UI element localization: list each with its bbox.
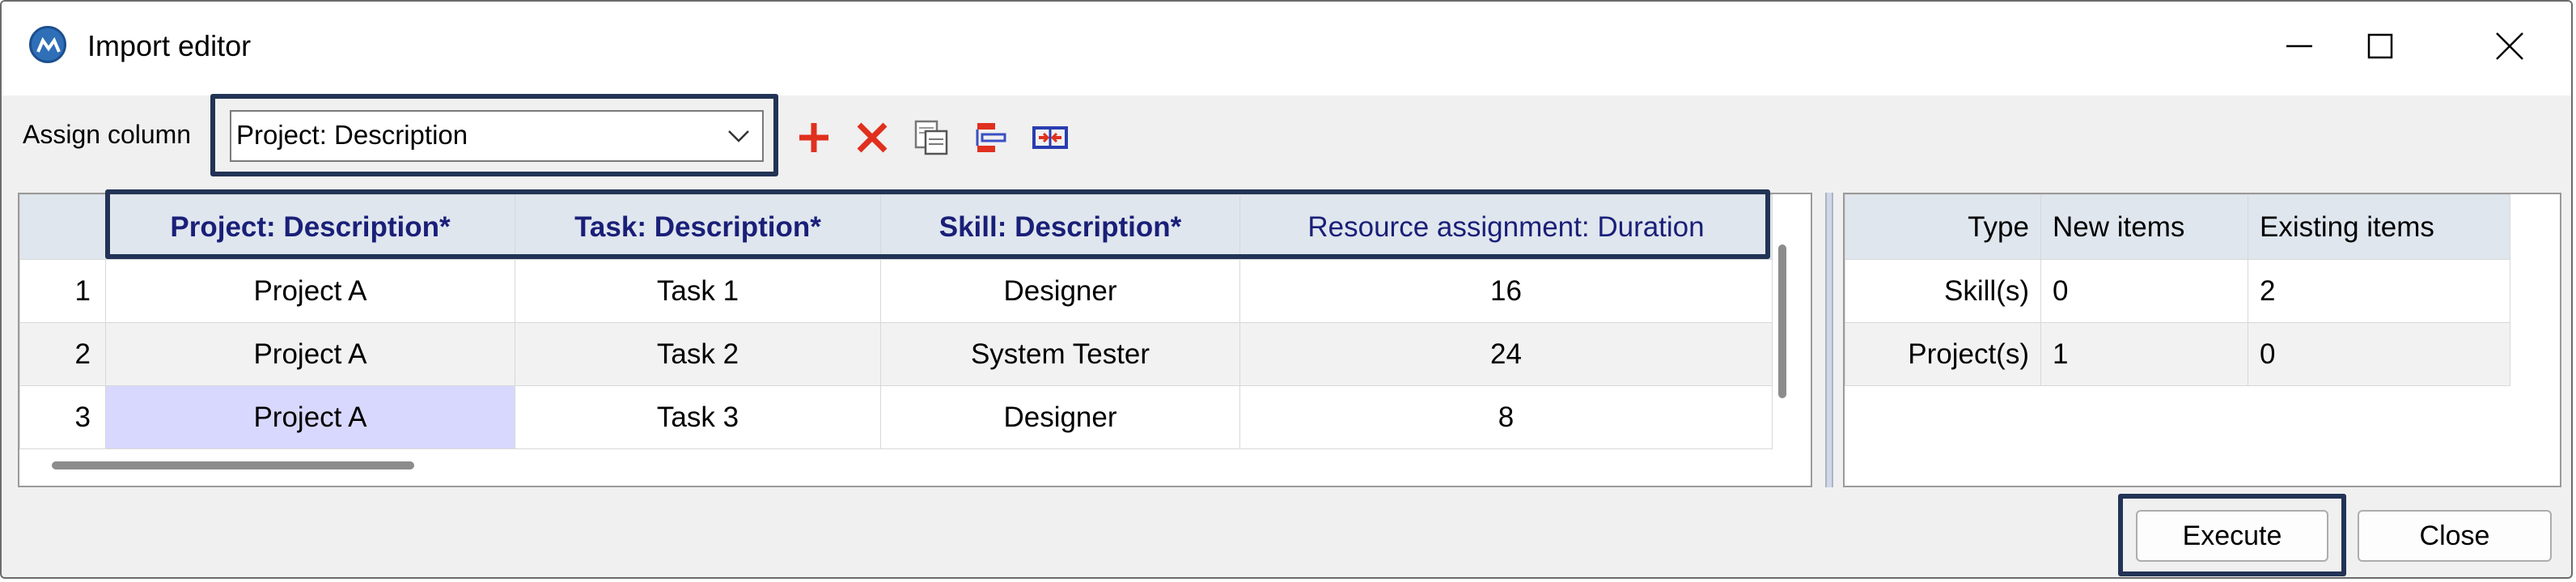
cell-project-selected[interactable]: Project A: [105, 385, 515, 449]
cell-skill[interactable]: Designer: [880, 259, 1240, 323]
delete-row-button[interactable]: [849, 115, 895, 160]
add-row-button[interactable]: [791, 115, 837, 160]
cell-skill[interactable]: System Tester: [880, 322, 1240, 386]
assign-column-label: Assign column: [23, 120, 192, 149]
summary-existing-count: 2: [2248, 259, 2510, 323]
assign-column-value: Project: Description: [236, 120, 468, 150]
summary-header-existing: Existing items: [2248, 194, 2510, 260]
import-editor-window: Import editor Assign column Project: Des…: [0, 0, 2573, 579]
cell-project[interactable]: Project A: [105, 259, 515, 323]
title-bar: Import editor: [2, 2, 2571, 96]
cell-task[interactable]: Task 3: [515, 385, 881, 449]
summary-header-row: Type New items Existing items: [1845, 194, 2510, 260]
summary-type: Skill(s): [1845, 259, 2041, 323]
row-number: 1: [19, 259, 106, 323]
assign-column-dropdown[interactable]: Project: Description: [230, 110, 764, 162]
grid-vertical-scrollbar[interactable]: [1778, 244, 1786, 398]
grid-horizontal-scrollbar[interactable]: [52, 461, 414, 469]
row-number-header: [19, 194, 106, 260]
cell-duration[interactable]: 16: [1239, 259, 1773, 323]
window-title: Import editor: [87, 29, 252, 62]
merge-columns-button[interactable]: [1027, 115, 1073, 160]
cell-task[interactable]: Task 2: [515, 322, 881, 386]
import-summary-panel: Type New items Existing items Skill(s) 0…: [1843, 193, 2561, 487]
summary-header-new: New items: [2040, 194, 2248, 260]
app-logo-icon: [29, 26, 66, 63]
summary-new-count: 0: [2040, 259, 2248, 323]
map-columns-button[interactable]: [969, 115, 1015, 160]
table-row[interactable]: 2 Project A Task 2 System Tester 24: [19, 322, 1773, 386]
summary-existing-count: 0: [2248, 322, 2510, 386]
panel-splitter[interactable]: [1825, 193, 1833, 487]
list-item: Skill(s) 0 2: [1845, 259, 2510, 323]
maximize-button[interactable]: [2332, 18, 2429, 74]
chevron-down-icon[interactable]: [727, 128, 751, 148]
row-number: 2: [19, 322, 106, 386]
column-headers-highlight: [105, 189, 1770, 259]
list-item: Project(s) 1 0: [1845, 322, 2510, 386]
row-number: 3: [19, 385, 106, 449]
copy-document-button[interactable]: [908, 115, 953, 160]
cell-duration[interactable]: 24: [1239, 322, 1773, 386]
close-button[interactable]: Close: [2358, 510, 2552, 562]
cell-project[interactable]: Project A: [105, 322, 515, 386]
cell-task[interactable]: Task 1: [515, 259, 881, 323]
close-window-button[interactable]: [2461, 18, 2558, 74]
cell-duration[interactable]: 8: [1239, 385, 1773, 449]
summary-header-type: Type: [1845, 194, 2041, 260]
cell-skill[interactable]: Designer: [880, 385, 1240, 449]
table-row[interactable]: 1 Project A Task 1 Designer 16: [19, 259, 1773, 323]
execute-button[interactable]: Execute: [2136, 510, 2328, 562]
table-row[interactable]: 3 Project A Task 3 Designer 8: [19, 385, 1773, 449]
summary-type: Project(s): [1845, 322, 2041, 386]
summary-new-count: 1: [2040, 322, 2248, 386]
